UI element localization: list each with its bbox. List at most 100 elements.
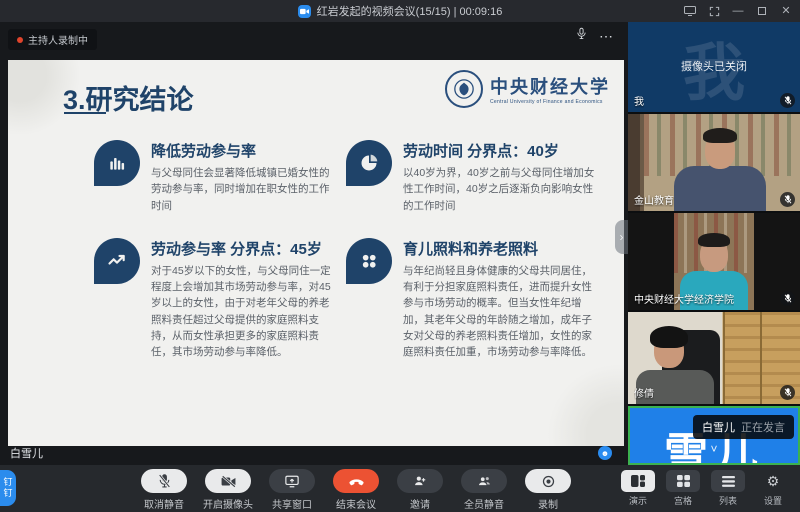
view-presentation-button[interactable]: 演示 xyxy=(619,470,657,507)
dingtalk-logo[interactable]: 钉钉 xyxy=(0,470,16,506)
button-label: 共享窗口 xyxy=(272,496,312,511)
button-label: 录制 xyxy=(538,496,558,511)
recording-dot-icon xyxy=(17,37,23,43)
camera-on-button[interactable]: 开启摄像头 xyxy=(202,469,254,511)
mic-off-icon xyxy=(141,469,187,493)
view-list-button[interactable]: 列表 xyxy=(709,470,747,507)
share-screen-icon xyxy=(269,469,315,493)
four-dots-icon xyxy=(346,238,392,284)
cast-screen-icon[interactable] xyxy=(684,5,696,17)
speaker-name: 白雪儿 xyxy=(702,419,735,435)
video-tile-self[interactable]: 我 摄像头已关闭 我 xyxy=(628,22,800,112)
university-name-en: Central University of Finance and Econom… xyxy=(490,99,610,105)
mute-all-icon xyxy=(461,469,507,493)
block-body: 以40岁为界，40岁之前与父母同住增加女性工作时间，40岁之后逐渐负向影响女性的… xyxy=(403,165,598,214)
button-label: 开启摄像头 xyxy=(203,496,253,511)
video-camera-app-icon xyxy=(298,5,311,18)
university-logo: 中央财经大学 Central University of Finance and… xyxy=(445,70,610,108)
list-layout-icon xyxy=(711,470,745,492)
university-seal-icon xyxy=(445,70,483,108)
pie-chart-icon xyxy=(346,140,392,186)
camera-off-icon xyxy=(205,469,251,493)
block-title: 劳动参与率 分界点：45岁 xyxy=(151,238,332,259)
slide-blocks: 降低劳动参与率 与父母同住会显著降低城镇已婚女性的劳动参与率，同时增加在职女性的… xyxy=(94,140,598,360)
participant-figure xyxy=(674,166,766,211)
fullscreen-icon[interactable] xyxy=(708,5,720,17)
share-screen-button[interactable]: 共享窗口 xyxy=(266,469,318,511)
button-label: 全员静音 xyxy=(464,496,504,511)
video-tile-participant-3[interactable]: 中央财经大学经济学院 xyxy=(628,213,800,310)
sidebar-collapse-handle[interactable]: › xyxy=(615,220,628,254)
shared-slide: 3.研究结论 中央财经大学 Central University of Fina… xyxy=(8,60,624,446)
invite-button[interactable]: 邀请 xyxy=(394,469,446,511)
chevron-down-icon: ˅ xyxy=(710,442,717,456)
presenter-name: 白雪儿 xyxy=(10,445,43,461)
end-meeting-button[interactable]: 结束会议 xyxy=(330,469,382,511)
settings-button[interactable]: ⚙ 设置 xyxy=(754,470,792,507)
view-label: 演示 xyxy=(629,494,647,507)
view-label: 列表 xyxy=(719,494,737,507)
meeting-window: 红岩发起的视频会议(15/15) | 00:09:16 — ✕ 主持人录制中 ⋯ xyxy=(0,0,800,512)
speaking-status: 正在发言 xyxy=(741,419,785,435)
block-body: 与年纪尚轻且身体健康的父母共同居住，有利于分担家庭照料责任，进而提升女性参与市场… xyxy=(403,263,598,361)
slide-block-3: 劳动参与率 分界点：45岁 对于45岁以下的女性，与父母同住一定程度上会增加其市… xyxy=(94,238,332,361)
grid-layout-icon xyxy=(666,470,700,492)
maximize-icon[interactable] xyxy=(756,5,768,17)
camera-off-status: 摄像头已关闭 xyxy=(628,58,800,74)
tile-name: 我 xyxy=(634,93,644,108)
university-name-cn: 中央财经大学 xyxy=(490,73,610,99)
video-tile-participant-4[interactable]: 修倩 xyxy=(628,312,800,404)
record-button[interactable]: 录制 xyxy=(522,469,574,511)
block-body: 对于45岁以下的女性，与父母同住一定程度上会增加其市场劳动参与率，对45岁以上的… xyxy=(151,263,332,361)
slide-title-underline xyxy=(64,112,106,114)
slide-block-1: 降低劳动参与率 与父母同住会显著降低城镇已婚女性的劳动参与率，同时增加在职女性的… xyxy=(94,140,332,214)
bar-chart-icon xyxy=(94,140,140,186)
split-layout-icon xyxy=(621,470,655,492)
presenter-mic-icon[interactable] xyxy=(576,27,587,45)
stage-top-icons: ⋯ xyxy=(576,27,614,45)
participant-sidebar: 我 摄像头已关闭 我 金山教育 中央财经大学经济学院 xyxy=(628,22,800,465)
mic-muted-icon xyxy=(780,385,795,400)
blue-assistant-icon[interactable]: ☻ xyxy=(598,446,612,460)
view-label: 设置 xyxy=(764,494,782,507)
slide-block-4: 育儿照料和养老照料 与年纪尚轻且身体健康的父母共同居住，有利于分担家庭照料责任，… xyxy=(346,238,598,361)
tile-name: 修倩 xyxy=(634,385,654,400)
meeting-title: 红岩发起的视频会议(15/15) | 00:09:16 xyxy=(317,3,503,19)
main-stage: 主持人录制中 ⋯ 3.研究结论 中央财经大学 Central Universit… xyxy=(0,22,628,465)
record-icon xyxy=(525,469,571,493)
button-label: 结束会议 xyxy=(336,496,376,511)
video-tile-participant-2[interactable]: 金山教育 xyxy=(628,114,800,211)
end-call-icon xyxy=(333,469,379,493)
titlebar: 红岩发起的视频会议(15/15) | 00:09:16 — ✕ xyxy=(0,0,800,22)
button-label: 取消静音 xyxy=(144,496,184,511)
button-label: 邀请 xyxy=(410,496,430,511)
chevron-right-icon: › xyxy=(620,230,624,244)
call-controls: 取消静音 开启摄像头 共享窗口 结束会议 xyxy=(138,469,574,511)
view-grid-button[interactable]: 宫格 xyxy=(664,470,702,507)
gear-icon: ⚙ xyxy=(756,470,790,492)
mute-all-button[interactable]: 全员静音 xyxy=(458,469,510,511)
host-badge-label: 主持人录制中 xyxy=(28,32,88,47)
block-title: 劳动时间 分界点：40岁 xyxy=(403,140,598,161)
video-tile-active-speaker[interactable]: 雪儿 白雪儿 正在发言 ˅ xyxy=(628,406,800,465)
unmute-button[interactable]: 取消静音 xyxy=(138,469,190,511)
window-controls: — ✕ xyxy=(684,0,792,22)
view-switcher: 演示 宫格 列表 ⚙ 设置 xyxy=(619,470,792,507)
tile-name: 金山教育 xyxy=(634,192,674,207)
close-icon[interactable]: ✕ xyxy=(780,5,792,17)
trend-line-icon xyxy=(94,238,140,284)
speaking-badge: 白雪儿 正在发言 xyxy=(693,415,794,439)
slide-block-2: 劳动时间 分界点：40岁 以40岁为界，40岁之前与父母同住增加女性工作时间，4… xyxy=(346,140,598,214)
minimize-icon[interactable]: — xyxy=(732,5,744,17)
view-label: 宫格 xyxy=(674,494,692,507)
mic-muted-icon xyxy=(780,291,795,306)
mic-muted-icon xyxy=(780,93,795,108)
more-options-icon[interactable]: ⋯ xyxy=(599,28,614,45)
invite-person-icon xyxy=(397,469,443,493)
block-title: 育儿照料和养老照料 xyxy=(403,238,598,259)
block-title: 降低劳动参与率 xyxy=(151,140,332,161)
bottom-toolbar: 钉钉 取消静音 开启摄像头 共享窗口 xyxy=(0,465,800,512)
mic-muted-icon xyxy=(780,192,795,207)
block-body: 与父母同住会显著降低城镇已婚女性的劳动参与率，同时增加在职女性的工作时间 xyxy=(151,165,332,214)
tile-name: 中央财经大学经济学院 xyxy=(634,291,734,306)
